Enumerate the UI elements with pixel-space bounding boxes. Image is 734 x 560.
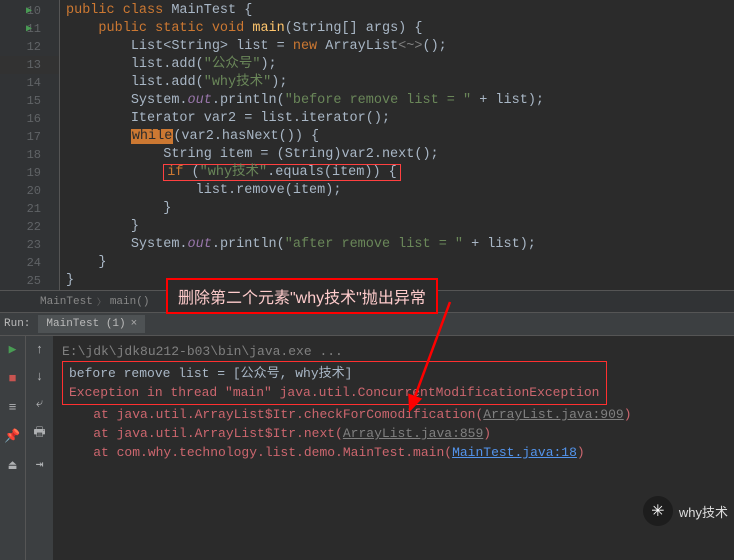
breadcrumb-item[interactable]: main() (110, 296, 150, 308)
stacktrace-link[interactable]: ArrayList.java:909 (483, 407, 623, 422)
line-number: 15 (27, 94, 41, 108)
up-icon[interactable]: ↑ (36, 342, 44, 357)
scroll-icon[interactable]: ⇥ (36, 457, 44, 472)
watermark-text: why技术 (679, 502, 728, 521)
close-icon[interactable]: × (131, 318, 138, 330)
pin-icon[interactable]: 📌 (4, 429, 20, 444)
run-label: Run: (4, 318, 30, 330)
line-number: 18 (27, 148, 41, 162)
print-icon[interactable]: 🖶 (33, 423, 45, 445)
line-number: 16 (27, 112, 41, 126)
line-number: 12 (27, 40, 41, 54)
console-output[interactable]: E:\jdk\jdk8u212-b03\bin\java.exe ... bef… (54, 336, 734, 560)
run-tool-column: ▶ ■ ≡ 📌 ⏏ (0, 336, 26, 560)
line-gutter: ▶10 ▶11 12 13 14 15 16 17 18 19 20 21 22… (0, 0, 60, 290)
watermark: ✳ why技术 (643, 496, 728, 526)
line-number: 13 (27, 58, 41, 72)
line-number: 19 (27, 166, 41, 180)
line-number: 24 (27, 256, 41, 270)
console-panel: ▶ ■ ≡ 📌 ⏏ ↑ ↓ ⤶ 🖶 ⇥ E:\jdk\jdk8u212-b03\… (0, 336, 734, 560)
line-number: 14 (27, 76, 41, 90)
line-number: 20 (27, 184, 41, 198)
layout-icon[interactable]: ≡ (9, 400, 17, 415)
breadcrumb-item[interactable]: MainTest (40, 296, 93, 308)
run-gutter-icon[interactable]: ▶ (26, 5, 32, 17)
down-icon[interactable]: ↓ (36, 369, 44, 384)
run-tab[interactable]: MainTest (1) × (38, 315, 145, 333)
run-gutter-icon[interactable]: ▶ (26, 23, 32, 35)
line-number: 22 (27, 220, 41, 234)
exit-icon[interactable]: ⏏ (9, 458, 17, 473)
console-tool-column: ↑ ↓ ⤶ 🖶 ⇥ (26, 336, 54, 560)
stacktrace-link[interactable]: ArrayList.java:859 (343, 426, 483, 441)
stacktrace-link[interactable]: MainTest.java:18 (452, 445, 577, 460)
line-number: 17 (27, 130, 41, 144)
run-toolbar: Run: MainTest (1) × (0, 312, 734, 336)
rerun-icon[interactable]: ▶ (9, 342, 17, 357)
chevron-right-icon: 〉 (97, 295, 106, 308)
line-number: 21 (27, 202, 41, 216)
stop-icon[interactable]: ■ (9, 371, 17, 386)
wrap-icon[interactable]: ⤶ (36, 396, 43, 411)
line-number: 25 (27, 274, 41, 288)
annotation-callout: 删除第二个元素"why技术"抛出异常 (166, 278, 438, 314)
code-editor: ▶10 ▶11 12 13 14 15 16 17 18 19 20 21 22… (0, 0, 734, 290)
wechat-icon: ✳ (643, 496, 673, 526)
run-tab-label: MainTest (1) (46, 318, 125, 330)
code-text[interactable]: public class MainTest { public static vo… (60, 0, 734, 290)
line-number: 23 (27, 238, 41, 252)
